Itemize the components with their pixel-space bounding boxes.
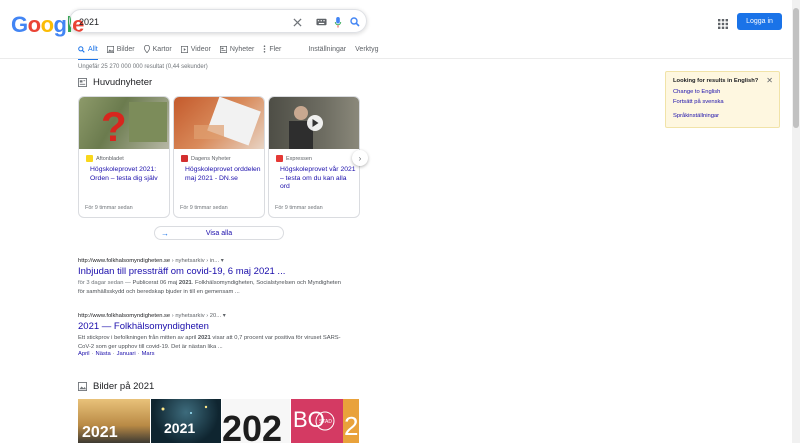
- news-source: Expressen: [276, 155, 312, 162]
- chevron-down-icon: ▾: [220, 258, 224, 264]
- result-snippet: Ett stickprov i befolkningen från mitten…: [78, 335, 341, 350]
- mic-icon[interactable]: [331, 15, 345, 29]
- keep-swedish-link[interactable]: Fortsätt på svenska: [673, 99, 724, 105]
- tab-verktyg[interactable]: Verktyg: [355, 41, 378, 57]
- search-box: [69, 9, 367, 33]
- search-result: http://www.folkhalsomyndigheten.se › nyh…: [78, 258, 348, 296]
- image-icon: [78, 382, 87, 391]
- svg-text:STAD: STAD: [319, 419, 332, 425]
- tab-allt[interactable]: Allt: [78, 41, 98, 60]
- arrow-right-icon: →: [161, 228, 169, 238]
- tab-bilder[interactable]: Bilder: [106, 41, 135, 57]
- chevron-down-icon: ▾: [222, 313, 226, 319]
- svg-text:202: 202: [222, 408, 282, 443]
- tab-fler[interactable]: Fler: [263, 41, 281, 57]
- language-settings-link[interactable]: Språkinställningar: [673, 113, 719, 119]
- result-title[interactable]: 2021 — Folkhälsomyndigheten: [78, 321, 348, 332]
- image-result[interactable]: BO STAD 2: [291, 399, 359, 443]
- logo-letter: o: [40, 12, 54, 37]
- logo-letter: G: [11, 12, 28, 37]
- news-title[interactable]: Högskoleprovet orddelen maj 2021 - DN.se: [185, 166, 261, 183]
- tabs-divider: [0, 58, 800, 59]
- sitelink[interactable]: Mars: [142, 351, 155, 357]
- news-time: För 9 timmar sedan: [85, 205, 133, 211]
- tab-label: Inställningar: [308, 45, 347, 53]
- login-button[interactable]: Logga in: [737, 13, 782, 30]
- svg-text:2021: 2021: [82, 424, 118, 441]
- news-icon: [78, 78, 87, 87]
- news-source: Dagens Nyheter: [181, 155, 231, 162]
- search-icon[interactable]: [348, 15, 362, 29]
- news-title[interactable]: Högskoleprovet vår 2021 – testa om du ka…: [280, 166, 356, 192]
- sitelink[interactable]: Januari: [117, 351, 136, 357]
- language-suggestion-panel: Looking for results in English? ✕ Change…: [665, 71, 780, 128]
- scrollbar-thumb[interactable]: [793, 8, 799, 128]
- svg-text:?: ?: [101, 103, 127, 149]
- image-icon: [106, 45, 114, 53]
- view-all-button[interactable]: → Visa alla: [154, 226, 284, 240]
- tab-label: Kartor: [152, 45, 172, 53]
- image-result[interactable]: 2021: [151, 399, 221, 443]
- news-source: Aftonbladet: [86, 155, 124, 162]
- result-url[interactable]: http://www.folkhalsomyndigheten.se › nyh…: [78, 258, 348, 264]
- news-title[interactable]: Högskoleprovet 2021: Orden – testa dig s…: [90, 166, 166, 183]
- news-image: [174, 97, 264, 149]
- search-icon: [78, 45, 85, 53]
- tab-label: Fler: [269, 45, 282, 53]
- more-icon: [263, 45, 266, 53]
- images-heading: Bilder på 2021: [78, 381, 154, 392]
- top-stories-heading: Huvudnyheter: [78, 77, 152, 88]
- search-input[interactable]: [79, 14, 279, 29]
- chevron-right-icon[interactable]: ›: [352, 150, 368, 166]
- expressen-logo-icon: [276, 155, 283, 162]
- sitelink[interactable]: April: [78, 351, 90, 357]
- result-title[interactable]: Inbjudan till pressträff om covid-19, 6 …: [78, 266, 348, 277]
- logo-letter: g: [53, 12, 67, 37]
- top-stories-title: Huvudnyheter: [93, 77, 153, 88]
- result-stats: Ungefär 25 270 000 000 resultat (0,44 se…: [78, 64, 208, 70]
- tab-label: Bilder: [116, 45, 135, 53]
- news-time: För 9 timmar sedan: [180, 205, 228, 211]
- close-icon[interactable]: ✕: [766, 76, 773, 85]
- svg-text:2021: 2021: [164, 420, 195, 436]
- search-tabs: Allt Bilder Kartor Videor Nyheter Fler Inställ…: [78, 41, 388, 60]
- news-image: [269, 97, 359, 149]
- svg-text:2: 2: [344, 411, 358, 441]
- tab-label: Verktyg: [355, 45, 379, 53]
- aftonbladet-logo-icon: [86, 155, 93, 162]
- sitelinks: April · Nästa · Januari · Mars: [78, 351, 155, 358]
- tab-label: Allt: [88, 45, 98, 53]
- keyboard-icon[interactable]: [314, 15, 328, 29]
- video-icon: [180, 45, 188, 53]
- result-snippet: för 3 dagar sedan — Publicerat 06 maj 20…: [78, 280, 341, 295]
- news-time: För 9 timmar sedan: [275, 205, 323, 211]
- dn-logo-icon: [181, 155, 188, 162]
- tab-videor[interactable]: Videor: [180, 41, 211, 57]
- language-panel-heading: Looking for results in English?: [673, 78, 759, 84]
- logo-letter: o: [27, 12, 41, 37]
- change-to-english-link[interactable]: Change to English: [673, 89, 720, 95]
- tab-nyheter[interactable]: Nyheter: [219, 41, 255, 57]
- news-card-3[interactable]: Expressen Högskoleprovet vår 2021 – test…: [268, 96, 360, 218]
- news-image: ?: [79, 97, 169, 149]
- image-result[interactable]: 202: [222, 399, 290, 443]
- news-card-2[interactable]: Dagens Nyheter Högskoleprovet orddelen m…: [173, 96, 265, 218]
- tab-label: Videor: [190, 45, 211, 53]
- tab-inställningar[interactable]: Inställningar: [308, 41, 346, 57]
- news-icon: [219, 45, 227, 53]
- apps-grid-icon[interactable]: [718, 16, 728, 29]
- tab-kartor[interactable]: Kartor: [143, 41, 172, 57]
- close-icon[interactable]: [290, 15, 304, 29]
- news-card-1[interactable]: ? Aftonbladet Högskoleprovet 2021: Orden…: [78, 96, 170, 218]
- search-result: http://www.folkhalsomyndigheten.se › nyh…: [78, 313, 348, 357]
- view-all-label: Visa alla: [205, 229, 233, 237]
- tab-label: Nyheter: [229, 45, 255, 53]
- map-pin-icon: [143, 45, 150, 53]
- result-url[interactable]: http://www.folkhalsomyndigheten.se › nyh…: [78, 313, 348, 319]
- sitelink[interactable]: Nästa: [96, 351, 111, 357]
- image-result[interactable]: 2021: [78, 399, 150, 443]
- images-title: Bilder på 2021: [93, 381, 155, 392]
